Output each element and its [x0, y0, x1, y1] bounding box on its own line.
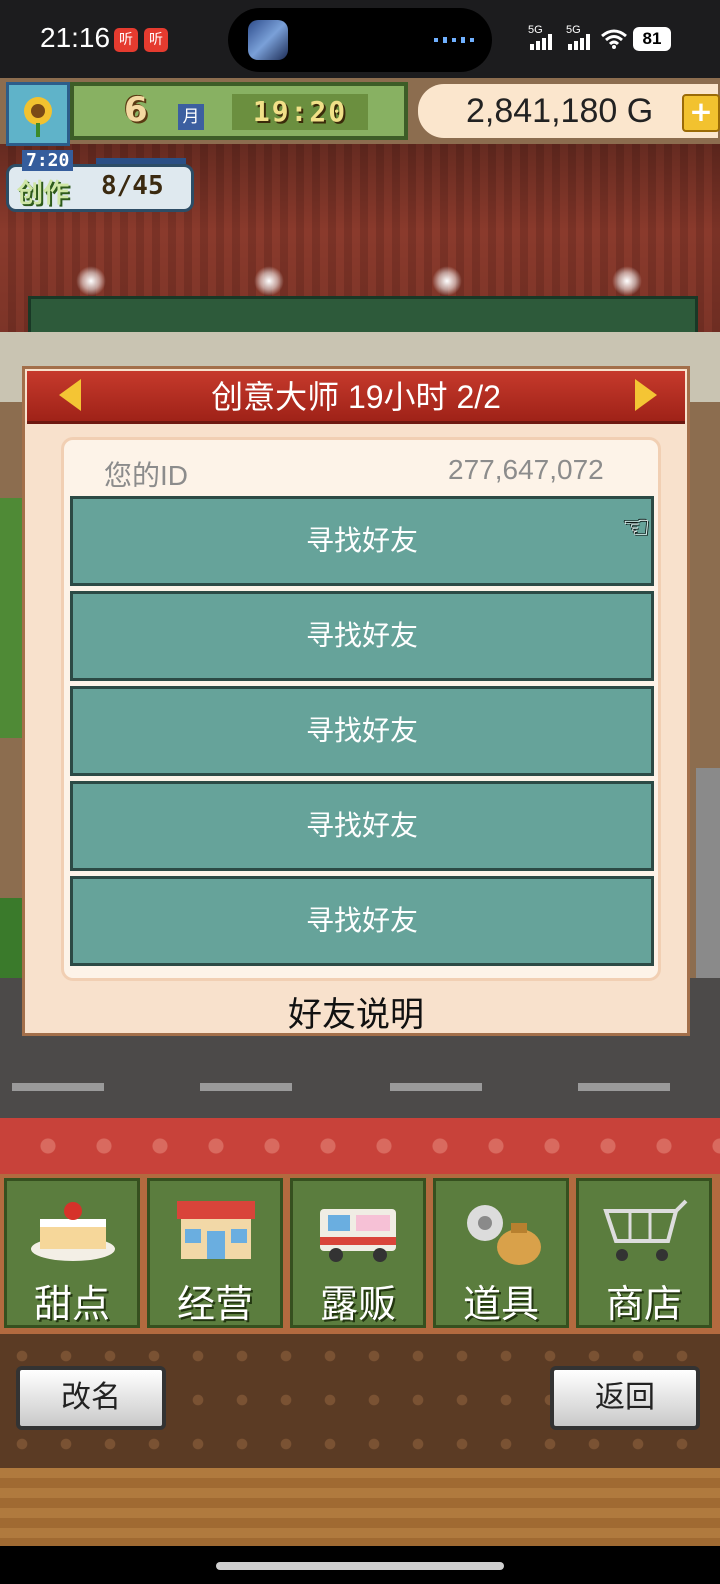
- status-time: 21:16: [40, 22, 111, 53]
- wifi-icon: [601, 29, 627, 49]
- find-friend-button-1[interactable]: 寻找好友: [70, 496, 654, 586]
- listen-badge-2: 听: [144, 28, 168, 52]
- menu-desserts-button[interactable]: 甜点: [4, 1178, 140, 1328]
- game-app-icon: [248, 20, 288, 60]
- money-value: 2,841,180 G: [466, 92, 654, 130]
- hand-pointer-icon: ☜: [622, 508, 651, 546]
- plus-icon: +: [689, 95, 713, 128]
- home-indicator[interactable]: [216, 1562, 504, 1570]
- game-time: 19:20: [232, 94, 368, 130]
- menu-food-truck-label: 露贩: [319, 1282, 396, 1326]
- tree: [0, 498, 24, 738]
- menu-management-button[interactable]: 经营: [147, 1178, 283, 1328]
- find-friend-button-4[interactable]: 寻找好友: [70, 781, 654, 871]
- lamp-light: [254, 266, 284, 296]
- dialog-title-bar: 创意大师 19小时 2/2: [27, 371, 685, 424]
- menu-store-label: 商店: [605, 1282, 682, 1326]
- season-sunflower-icon[interactable]: [6, 82, 70, 146]
- road-line: [12, 1083, 104, 1091]
- next-arrow-icon[interactable]: [635, 379, 657, 411]
- audio-wave-icon: [434, 37, 474, 43]
- menu-items-label: 道具: [462, 1282, 539, 1326]
- find-friend-button-2[interactable]: 寻找好友: [70, 591, 654, 681]
- status-bar: 21:16 听 听 5G 5G 81: [0, 0, 720, 78]
- rename-button[interactable]: 改名: [16, 1366, 166, 1430]
- creation-label: 创作: [17, 179, 70, 209]
- signal-icon: [568, 34, 590, 50]
- dynamic-island: [228, 8, 492, 72]
- money-display: 2,841,180 G +: [418, 84, 720, 138]
- date-time-bar: 6 月 19:20: [70, 82, 408, 140]
- food-truck-icon: [309, 1191, 409, 1273]
- menu-items-button[interactable]: 道具: [433, 1178, 569, 1328]
- road-line: [390, 1083, 482, 1091]
- lamp-light: [76, 266, 106, 296]
- sunflower-icon: [24, 97, 52, 137]
- signal-icon: [530, 34, 552, 50]
- road-line: [578, 1083, 670, 1091]
- month-unit: 月: [178, 104, 204, 130]
- battery-level: 81: [633, 27, 671, 51]
- menu-desserts-label: 甜点: [33, 1282, 110, 1326]
- bush: [0, 898, 22, 988]
- your-id-value: 277,647,072: [448, 454, 604, 485]
- menu-food-truck-button[interactable]: 露贩: [290, 1178, 426, 1328]
- find-friend-button-5[interactable]: 寻找好友: [70, 876, 654, 966]
- cart-icon: [595, 1191, 695, 1273]
- find-friend-button-3[interactable]: 寻找好友: [70, 686, 654, 776]
- shop-icon: [166, 1191, 266, 1273]
- back-button[interactable]: 返回: [550, 1366, 700, 1430]
- month-value: 6: [124, 90, 148, 130]
- your-id-label: 您的ID: [104, 460, 189, 491]
- cake-icon: [23, 1191, 123, 1273]
- creation-status[interactable]: 创作 8/45 7:20: [6, 150, 194, 214]
- lamp-light: [612, 266, 642, 296]
- dialog-title: 创意大师 19小时 2/2: [211, 379, 501, 415]
- creation-timer: 7:20: [22, 150, 74, 171]
- add-money-button[interactable]: +: [682, 94, 720, 132]
- menu-store-button[interactable]: 商店: [576, 1178, 712, 1328]
- lamp-light: [432, 266, 462, 296]
- creation-count: 8/45: [101, 171, 164, 201]
- items-bag-icon: [452, 1191, 552, 1273]
- home-bar: [0, 1546, 720, 1584]
- street-fence: [696, 768, 720, 998]
- road-line: [200, 1083, 292, 1091]
- friends-panel: 您的ID 277,647,072 寻找好友 寻找好友 寻找好友 寻找好友 寻找好…: [61, 437, 661, 981]
- listen-badge-1: 听: [114, 28, 138, 52]
- menu-management-label: 经营: [176, 1282, 253, 1326]
- friends-dialog: 创意大师 19小时 2/2 您的ID 277,647,072 寻找好友 寻找好友…: [22, 366, 690, 1036]
- game-scene: 6 月 19:20 2,841,180 G + 创作 8/45 7:20 创意大…: [0, 78, 720, 1546]
- wooden-floor: [0, 1468, 720, 1546]
- main-menu-bar: 甜点 经营 露贩 道具 商店: [0, 1174, 720, 1334]
- carpet-strip: [0, 1118, 720, 1174]
- creation-pill: 创作 8/45: [6, 164, 194, 212]
- friend-explanation-link[interactable]: 好友说明: [25, 987, 687, 1036]
